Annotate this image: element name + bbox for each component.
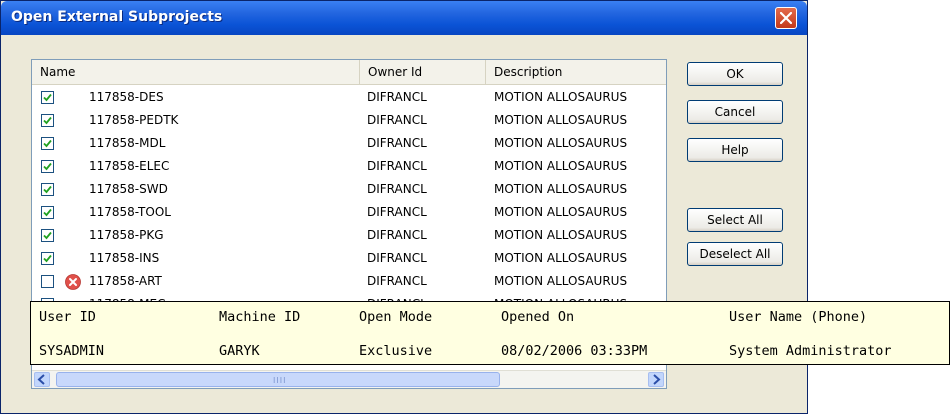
row-name: 117858-ELEC (89, 159, 170, 173)
checkmark-icon (43, 116, 52, 125)
list-header: Name Owner Id Description (32, 60, 666, 85)
row-owner: DIFRANCL (367, 251, 427, 265)
row-description: MOTION ALLOSAURUS (494, 205, 628, 219)
checkmark-icon (43, 254, 52, 263)
list-row[interactable]: 117858-SWD DIFRANCL MOTION ALLOSAURUS (32, 179, 666, 202)
row-description: MOTION ALLOSAURUS (494, 90, 628, 104)
row-owner: DIFRANCL (367, 228, 427, 242)
list-row[interactable]: 117858-PEDTK DIFRANCL MOTION ALLOSAURUS (32, 110, 666, 133)
row-owner: DIFRANCL (367, 159, 427, 173)
error-x-icon (65, 274, 81, 290)
tooltip-machine-id: GARYK (219, 343, 260, 359)
scroll-left-button[interactable] (34, 372, 50, 387)
row-name: 117858-SWD (89, 182, 168, 196)
checkmark-icon (43, 93, 52, 102)
row-owner: DIFRANCL (367, 90, 427, 104)
list-row[interactable]: 117858-PKG DIFRANCL MOTION ALLOSAURUS (32, 225, 666, 248)
row-name: 117858-PKG (89, 228, 164, 242)
chevron-right-icon (653, 374, 661, 385)
row-name: 117858-TOOL (89, 205, 171, 219)
title-bar[interactable]: Open External Subprojects (1, 1, 807, 35)
ok-button[interactable]: OK (687, 62, 783, 86)
row-name: 117858-ART (89, 274, 162, 288)
row-description: MOTION ALLOSAURUS (494, 136, 628, 150)
tooltip-header-machine-id: Machine ID (219, 309, 301, 325)
row-description: MOTION ALLOSAURUS (494, 274, 628, 288)
window-title: Open External Subprojects (11, 9, 223, 25)
row-description: MOTION ALLOSAURUS (494, 159, 628, 173)
help-button[interactable]: Help (687, 138, 783, 162)
row-name: 117858-DES (89, 90, 164, 104)
scroll-thumb[interactable]: IIII (56, 372, 500, 387)
row-checkbox[interactable] (41, 114, 54, 127)
select-all-button[interactable]: Select All (687, 208, 783, 232)
row-description: MOTION ALLOSAURUS (494, 251, 628, 265)
deselect-all-button[interactable]: Deselect All (687, 242, 783, 266)
row-owner: DIFRANCL (367, 113, 427, 127)
tooltip-user-id: SYSADMIN (39, 343, 105, 359)
row-name: 117858-PEDTK (89, 113, 179, 127)
row-description: MOTION ALLOSAURUS (494, 228, 628, 242)
row-checkbox[interactable] (41, 137, 54, 150)
row-description: MOTION ALLOSAURUS (494, 182, 628, 196)
checkmark-icon (43, 231, 52, 240)
row-checkbox[interactable] (41, 229, 54, 242)
row-checkbox[interactable] (41, 275, 54, 288)
list-row[interactable]: 117858-ART DIFRANCL MOTION ALLOSAURUS (32, 271, 666, 294)
cancel-button[interactable]: Cancel (687, 100, 783, 124)
row-checkbox[interactable] (41, 183, 54, 196)
checkmark-icon (43, 162, 52, 171)
row-checkbox[interactable] (41, 160, 54, 173)
chevron-left-icon (37, 374, 45, 385)
row-checkbox[interactable] (41, 206, 54, 219)
checkmark-icon (43, 185, 52, 194)
tooltip-open-mode: Exclusive (359, 343, 433, 359)
checkmark-icon (43, 208, 52, 217)
row-name: 117858-INS (89, 251, 160, 265)
column-header-owner[interactable]: Owner Id (360, 60, 486, 84)
list-row[interactable]: 117858-ELEC DIFRANCL MOTION ALLOSAURUS (32, 156, 666, 179)
list-row[interactable]: 117858-TOOL DIFRANCL MOTION ALLOSAURUS (32, 202, 666, 225)
row-checkbox[interactable] (41, 91, 54, 104)
tooltip-opened-on: 08/02/2006 03:33PM (501, 343, 648, 359)
scroll-right-button[interactable] (648, 372, 664, 387)
close-icon (780, 12, 792, 24)
row-description: MOTION ALLOSAURUS (494, 113, 628, 127)
list-row[interactable]: 117858-INS DIFRANCL MOTION ALLOSAURUS (32, 248, 666, 271)
row-owner: DIFRANCL (367, 205, 427, 219)
tooltip-header-user-name: User Name (Phone) (729, 309, 868, 325)
tooltip-header-user-id: User ID (39, 309, 96, 325)
horizontal-scrollbar[interactable]: IIII (32, 370, 666, 388)
list-row[interactable]: 117858-MDL DIFRANCL MOTION ALLOSAURUS (32, 133, 666, 156)
close-button[interactable] (775, 7, 797, 29)
list-row[interactable]: 117858-DES DIFRANCL MOTION ALLOSAURUS (32, 87, 666, 110)
row-owner: DIFRANCL (367, 274, 427, 288)
row-owner: DIFRANCL (367, 182, 427, 196)
tooltip-user-name: System Administrator (729, 343, 892, 359)
checkmark-icon (43, 139, 52, 148)
column-header-description[interactable]: Description (486, 60, 666, 84)
scroll-grip: IIII (273, 376, 287, 385)
row-checkbox[interactable] (41, 252, 54, 265)
subproject-info-tooltip: User ID Machine ID Open Mode Opened On U… (30, 301, 950, 365)
tooltip-header-open-mode: Open Mode (359, 309, 433, 325)
tooltip-header-opened-on: Opened On (501, 309, 575, 325)
row-owner: DIFRANCL (367, 136, 427, 150)
row-name: 117858-MDL (89, 136, 166, 150)
column-header-name[interactable]: Name (32, 60, 360, 84)
